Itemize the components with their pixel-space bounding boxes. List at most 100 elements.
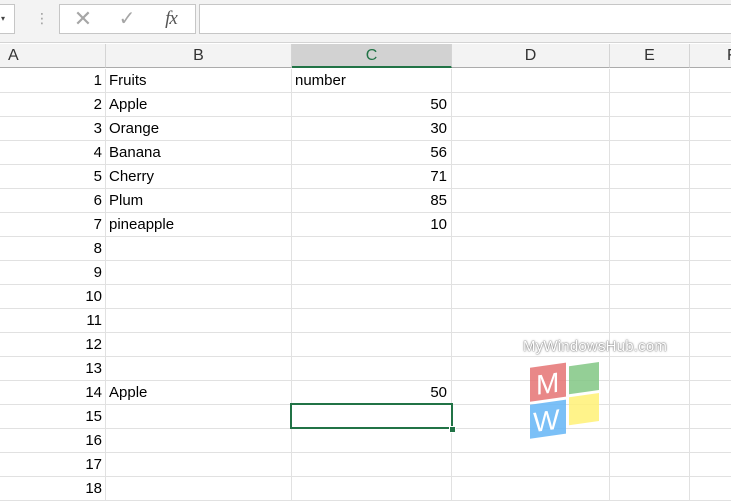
row-header[interactable]: 2 xyxy=(0,93,106,117)
cell-f[interactable] xyxy=(690,69,731,93)
cell-e[interactable] xyxy=(610,477,690,501)
cell-c[interactable]: number xyxy=(292,69,452,93)
cell-c[interactable] xyxy=(292,309,452,333)
cell-b[interactable] xyxy=(106,285,292,309)
cell-f[interactable] xyxy=(690,141,731,165)
cell-e[interactable] xyxy=(610,453,690,477)
cell-d[interactable] xyxy=(452,477,610,501)
cancel-icon[interactable]: ✕ xyxy=(68,5,98,33)
cell-f[interactable] xyxy=(690,165,731,189)
row-header[interactable]: 3 xyxy=(0,117,106,141)
cell-f[interactable] xyxy=(690,261,731,285)
cell-e[interactable] xyxy=(610,165,690,189)
cell-c[interactable] xyxy=(292,477,452,501)
cell-e[interactable] xyxy=(610,405,690,429)
cell-b[interactable] xyxy=(106,357,292,381)
row-header[interactable]: 15 xyxy=(0,405,106,429)
cell-f[interactable] xyxy=(690,117,731,141)
row-header[interactable]: 5 xyxy=(0,165,106,189)
cell-e[interactable] xyxy=(610,117,690,141)
cell-e[interactable] xyxy=(610,381,690,405)
cell-f[interactable] xyxy=(690,285,731,309)
cell-c[interactable] xyxy=(292,261,452,285)
row-header[interactable]: 8 xyxy=(0,237,106,261)
enter-icon[interactable]: ✓ xyxy=(112,5,142,33)
cell-b[interactable]: Plum xyxy=(106,189,292,213)
cell-f[interactable] xyxy=(690,357,731,381)
row-header[interactable]: 4 xyxy=(0,141,106,165)
cell-c[interactable]: 50 xyxy=(292,93,452,117)
row-header[interactable]: 11 xyxy=(0,309,106,333)
cell-b[interactable]: Apple xyxy=(106,381,292,405)
cell-f[interactable] xyxy=(690,333,731,357)
cell-e[interactable] xyxy=(610,357,690,381)
cell-d[interactable] xyxy=(452,309,610,333)
cell-b[interactable] xyxy=(106,429,292,453)
cell-f[interactable] xyxy=(690,93,731,117)
cell-c[interactable]: 50 xyxy=(292,381,452,405)
cell-b[interactable] xyxy=(106,453,292,477)
cell-b[interactable]: Fruits xyxy=(106,69,292,93)
row-header[interactable]: 7 xyxy=(0,213,106,237)
cell-e[interactable] xyxy=(610,261,690,285)
row-header[interactable]: 16 xyxy=(0,429,106,453)
cell-d[interactable] xyxy=(452,453,610,477)
column-header-c[interactable]: C xyxy=(292,44,452,68)
cell-d[interactable] xyxy=(452,141,610,165)
cell-e[interactable] xyxy=(610,213,690,237)
name-box[interactable]: ▾ xyxy=(0,4,15,34)
cell-c[interactable] xyxy=(292,285,452,309)
cell-b[interactable] xyxy=(106,333,292,357)
cell-f[interactable] xyxy=(690,309,731,333)
cell-e[interactable] xyxy=(610,237,690,261)
row-header[interactable]: 6 xyxy=(0,189,106,213)
cell-b[interactable] xyxy=(106,477,292,501)
row-header[interactable]: 1 xyxy=(0,69,106,93)
cell-e[interactable] xyxy=(610,309,690,333)
column-header-f[interactable]: F xyxy=(690,44,731,68)
cell-b[interactable]: Orange xyxy=(106,117,292,141)
cell-e[interactable] xyxy=(610,189,690,213)
column-header-a[interactable]: A xyxy=(0,44,106,68)
cell-b[interactable] xyxy=(106,405,292,429)
cell-e[interactable] xyxy=(610,93,690,117)
cell-b[interactable]: Cherry xyxy=(106,165,292,189)
cell-b[interactable]: Banana xyxy=(106,141,292,165)
cell-e[interactable] xyxy=(610,69,690,93)
cell-d[interactable] xyxy=(452,117,610,141)
cell-f[interactable] xyxy=(690,405,731,429)
cell-c[interactable] xyxy=(292,357,452,381)
cell-f[interactable] xyxy=(690,381,731,405)
cell-d[interactable] xyxy=(452,285,610,309)
cell-d[interactable] xyxy=(452,237,610,261)
row-header[interactable]: 10 xyxy=(0,285,106,309)
cell-c[interactable] xyxy=(292,333,452,357)
cell-d[interactable] xyxy=(452,69,610,93)
cell-f[interactable] xyxy=(690,213,731,237)
column-header-d[interactable]: D xyxy=(452,44,610,68)
formula-bar-grip-icon[interactable]: ⋮ xyxy=(35,10,49,27)
cell-e[interactable] xyxy=(610,429,690,453)
cell-e[interactable] xyxy=(610,141,690,165)
cell-f[interactable] xyxy=(690,237,731,261)
cell-f[interactable] xyxy=(690,429,731,453)
cell-b[interactable] xyxy=(106,237,292,261)
row-header[interactable]: 14 xyxy=(0,381,106,405)
cell-f[interactable] xyxy=(690,189,731,213)
row-header[interactable]: 12 xyxy=(0,333,106,357)
cell-c[interactable]: 85 xyxy=(292,189,452,213)
cell-d[interactable] xyxy=(452,189,610,213)
cell-d[interactable] xyxy=(452,261,610,285)
formula-input[interactable] xyxy=(199,4,731,34)
row-header[interactable]: 13 xyxy=(0,357,106,381)
cell-c[interactable] xyxy=(292,453,452,477)
cell-c[interactable]: 30 xyxy=(292,117,452,141)
cell-f[interactable] xyxy=(690,453,731,477)
column-header-e[interactable]: E xyxy=(610,44,690,68)
cell-c[interactable]: 71 xyxy=(292,165,452,189)
column-header-b[interactable]: B xyxy=(106,44,292,68)
row-header[interactable]: 9 xyxy=(0,261,106,285)
cell-d[interactable] xyxy=(452,165,610,189)
insert-function-icon[interactable]: fx xyxy=(155,5,187,33)
cell-f[interactable] xyxy=(690,477,731,501)
